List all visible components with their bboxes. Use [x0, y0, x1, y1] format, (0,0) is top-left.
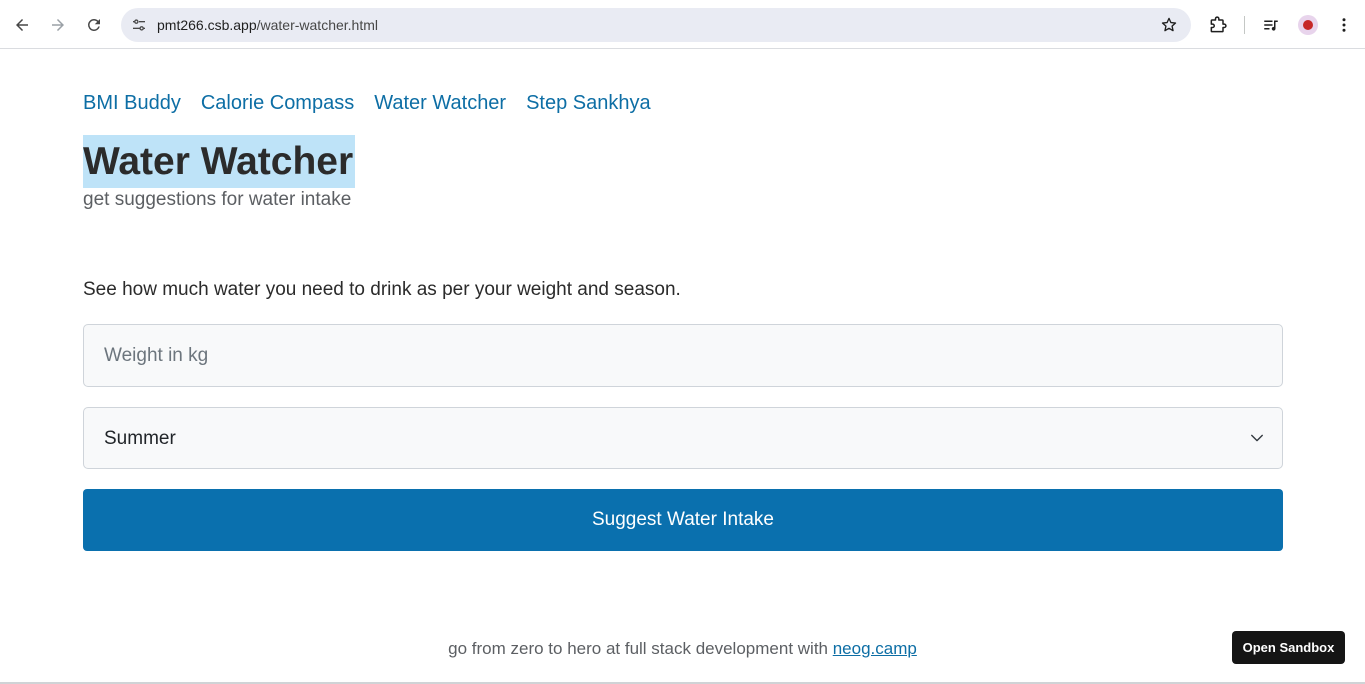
- bookmark-button[interactable]: [1155, 11, 1183, 39]
- nav-link-bmi-buddy[interactable]: BMI Buddy: [83, 92, 181, 115]
- avatar: [1298, 15, 1318, 35]
- suggest-water-intake-button[interactable]: Suggest Water Intake: [83, 489, 1283, 551]
- page-subtitle: get suggestions for water intake: [83, 189, 352, 210]
- arrow-left-icon: [16, 19, 28, 31]
- site-info-button[interactable]: [125, 11, 153, 39]
- media-queue-icon: [1264, 20, 1278, 31]
- puzzle-icon: [1210, 16, 1227, 33]
- toolbar-separator: [1244, 16, 1245, 34]
- url-host: pmt266.csb.app: [157, 17, 257, 33]
- forward-button[interactable]: [42, 9, 74, 41]
- kebab-menu-icon: [1342, 18, 1346, 32]
- footer-text: go from zero to hero at full stack devel…: [448, 639, 833, 658]
- url-path: /water-watcher.html: [256, 17, 378, 33]
- arrow-right-icon: [52, 19, 64, 31]
- page-title: Water Watcher: [83, 135, 356, 188]
- season-selected-value: Summer: [104, 428, 176, 449]
- chevron-down-icon: [1251, 434, 1263, 442]
- neog-camp-link[interactable]: neog.camp: [833, 639, 917, 658]
- nav-link-step-sankhya[interactable]: Step Sankhya: [526, 92, 651, 115]
- page-content: BMI Buddy Calorie Compass Water Watcher …: [0, 49, 1365, 684]
- nav-link-water-watcher[interactable]: Water Watcher: [374, 92, 506, 115]
- back-button[interactable]: [6, 9, 38, 41]
- url-text[interactable]: pmt266.csb.app/water-watcher.html: [157, 17, 378, 33]
- footer: go from zero to hero at full stack devel…: [0, 639, 1365, 659]
- extensions-button[interactable]: [1202, 9, 1234, 41]
- top-nav: BMI Buddy Calorie Compass Water Watcher …: [83, 92, 651, 115]
- browser-toolbar: pmt266.csb.app/water-watcher.html: [0, 0, 1365, 49]
- open-sandbox-button[interactable]: Open Sandbox: [1232, 631, 1345, 664]
- star-icon: [1161, 17, 1177, 32]
- media-button[interactable]: [1255, 9, 1287, 41]
- nav-link-calorie-compass[interactable]: Calorie Compass: [201, 92, 354, 115]
- profile-button[interactable]: [1292, 9, 1324, 41]
- address-bar[interactable]: pmt266.csb.app/water-watcher.html: [121, 8, 1191, 42]
- chrome-menu-button[interactable]: [1328, 9, 1360, 41]
- description-text: See how much water you need to drink as …: [83, 279, 681, 300]
- reload-button[interactable]: [78, 9, 110, 41]
- season-select[interactable]: Summer: [83, 407, 1283, 469]
- weight-input[interactable]: [83, 324, 1283, 387]
- tune-icon: [133, 19, 145, 31]
- reload-icon: [88, 19, 100, 31]
